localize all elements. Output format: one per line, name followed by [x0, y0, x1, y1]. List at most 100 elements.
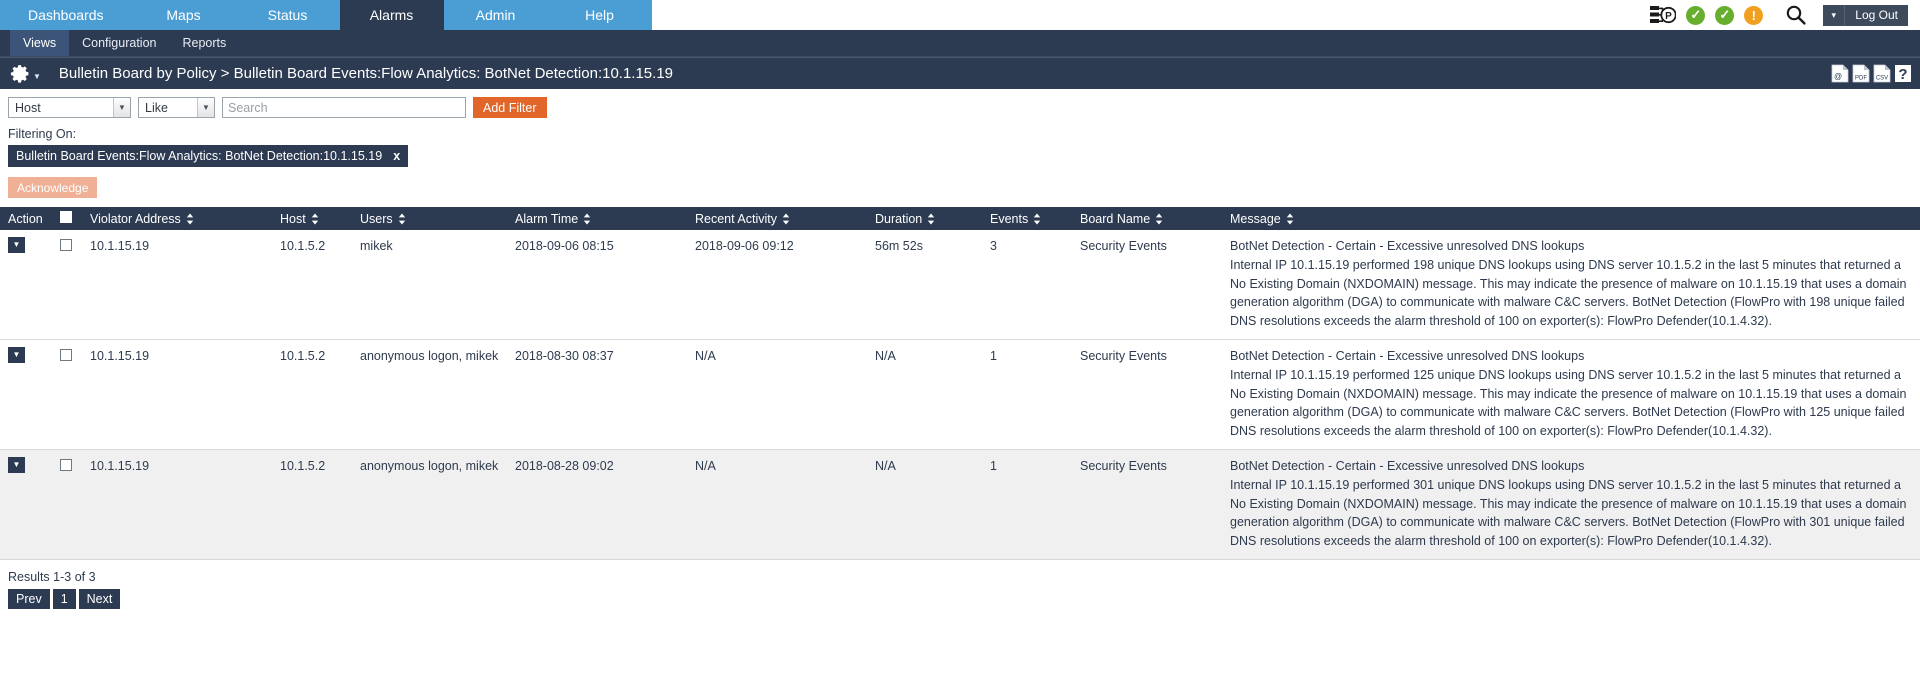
cell-duration: 56m 52s	[867, 230, 982, 341]
status-ok-icon-2[interactable]: ✓	[1715, 5, 1735, 25]
page-number-button-1[interactable]: 1	[52, 589, 76, 610]
column-header-duration[interactable]: Duration	[867, 207, 982, 230]
cell-board-name: Security Events	[1072, 339, 1222, 451]
sort-icon	[311, 213, 318, 224]
cell-message: BotNet Detection - Certain - Excessive u…	[1222, 449, 1920, 561]
column-header-alarm-time[interactable]: Alarm Time	[507, 207, 687, 230]
column-label: Alarm Time	[515, 211, 579, 226]
logout-label: Log Out	[1855, 8, 1898, 22]
filter-field-select[interactable]: Host ▼	[8, 97, 131, 118]
column-header-host[interactable]: Host	[272, 207, 352, 230]
nav-item-help[interactable]: Help	[548, 0, 652, 30]
nav-item-status[interactable]: Status	[236, 0, 340, 30]
exclamation-glyph: !	[1751, 7, 1756, 23]
settings-menu-button[interactable]: ▼	[10, 63, 41, 84]
column-header-select-all[interactable]	[52, 207, 82, 230]
message-title: BotNet Detection - Certain - Excessive u…	[1230, 349, 1585, 364]
cell-action: ▼	[0, 230, 52, 341]
cell-alarm-time: 2018-08-28 09:02	[507, 449, 687, 561]
cell-duration: N/A	[867, 339, 982, 451]
column-header-action: Action	[0, 207, 52, 230]
row-checkbox[interactable]	[60, 349, 72, 362]
cell-recent-activity: 2018-09-06 09:12	[687, 230, 867, 341]
table-body: ▼ 10.1.15.19 10.1.5.2 mikek 2018-09-06 0…	[0, 230, 1920, 561]
filter-bar: Host ▼ Like ▼ Add Filter	[0, 89, 1920, 118]
cell-message: BotNet Detection - Certain - Excessive u…	[1222, 339, 1920, 451]
cell-select	[52, 339, 82, 451]
column-label: Events	[990, 211, 1029, 226]
nav-item-alarms[interactable]: Alarms	[339, 0, 444, 30]
filtering-on-label: Filtering On:	[8, 127, 77, 141]
cell-violator-address: 10.1.15.19	[82, 449, 272, 561]
status-warning-icon[interactable]: !	[1744, 5, 1764, 25]
next-page-button[interactable]: Next	[78, 589, 121, 610]
cell-host: 10.1.5.2	[272, 449, 352, 561]
subnav-item-configuration[interactable]: Configuration	[69, 30, 169, 56]
sort-icon	[782, 213, 790, 224]
cell-host: 10.1.5.2	[272, 230, 352, 341]
acknowledge-button[interactable]: Acknowledge	[8, 177, 98, 198]
filter-operator-value: Like	[145, 100, 168, 115]
sub-navigation-bar: Views Configuration Reports	[0, 30, 1920, 57]
table-header-row: Action Violator Address Host Users Alarm…	[0, 207, 1920, 230]
filter-chip-list: Bulletin Board Events:Flow Analytics: Bo…	[0, 145, 1920, 167]
row-action-dropdown-button[interactable]: ▼	[8, 457, 25, 474]
column-label: Host	[280, 211, 306, 226]
sort-icon	[398, 213, 405, 224]
remove-filter-icon[interactable]: x	[393, 149, 400, 163]
help-icon[interactable]: ?	[1894, 64, 1912, 83]
svg-text:CSV: CSV	[1876, 75, 1888, 81]
csv-export-icon[interactable]: CSV	[1873, 64, 1891, 83]
svg-text:PDF: PDF	[1855, 75, 1867, 81]
add-filter-button[interactable]: Add Filter	[473, 97, 547, 118]
filter-operator-select[interactable]: Like ▼	[138, 97, 215, 118]
nav-label: Help	[585, 7, 614, 23]
column-label: Duration	[875, 211, 923, 226]
cell-select	[52, 230, 82, 341]
search-icon[interactable]	[1785, 4, 1807, 26]
filter-chip[interactable]: Bulletin Board Events:Flow Analytics: Bo…	[8, 145, 409, 167]
top-navigation-bar: Dashboards Maps Status Alarms Admin Help…	[0, 0, 1920, 30]
column-header-recent-activity[interactable]: Recent Activity	[687, 207, 867, 230]
cell-violator-address: 10.1.15.19	[82, 339, 272, 451]
prev-page-button[interactable]: Prev	[8, 589, 50, 610]
row-checkbox[interactable]	[60, 459, 72, 472]
gear-icon	[10, 65, 29, 83]
nav-label: Admin	[475, 7, 516, 23]
nav-item-dashboards[interactable]: Dashboards	[0, 0, 132, 30]
pagination: Prev 1 Next	[0, 584, 1920, 610]
policy-server-icon[interactable]: P	[1650, 5, 1677, 25]
pdf-export-icon[interactable]: PDF	[1852, 64, 1870, 83]
cell-alarm-time: 2018-09-06 08:15	[507, 230, 687, 341]
row-checkbox[interactable]	[60, 239, 72, 251]
column-header-users[interactable]: Users	[352, 207, 507, 230]
column-header-message[interactable]: Message	[1222, 207, 1920, 230]
cell-alarm-time: 2018-08-30 08:37	[507, 339, 687, 451]
svg-text:P: P	[1665, 11, 1672, 22]
subnav-label: Configuration	[82, 36, 157, 50]
nav-label: Alarms	[369, 7, 414, 23]
search-input[interactable]	[222, 97, 466, 118]
subnav-item-views[interactable]: Views	[10, 30, 70, 56]
row-action-dropdown-button[interactable]: ▼	[8, 237, 25, 253]
message-body: Internal IP 10.1.15.19 performed 198 uni…	[1230, 258, 1907, 328]
email-export-icon[interactable]: @	[1831, 64, 1849, 83]
column-header-board-name[interactable]: Board Name	[1072, 207, 1222, 230]
cell-board-name: Security Events	[1072, 230, 1222, 341]
column-header-events[interactable]: Events	[982, 207, 1072, 230]
status-ok-icon-1[interactable]: ✓	[1686, 5, 1706, 25]
logout-dropdown-caret[interactable]: ▾	[1823, 4, 1846, 26]
cell-action: ▼	[0, 339, 52, 451]
logout-group: ▾ Log Out	[1823, 4, 1908, 26]
select-all-checkbox[interactable]	[60, 211, 72, 223]
row-action-dropdown-button[interactable]: ▼	[8, 347, 25, 364]
subnav-item-reports[interactable]: Reports	[169, 30, 239, 56]
column-label: Action	[8, 211, 43, 226]
nav-item-admin[interactable]: Admin	[444, 0, 548, 30]
column-header-violator-address[interactable]: Violator Address	[82, 207, 272, 230]
column-label: Board Name	[1080, 211, 1151, 226]
logout-button[interactable]: Log Out	[1845, 4, 1908, 26]
sort-icon	[1155, 213, 1163, 224]
cell-action: ▼	[0, 449, 52, 561]
nav-item-maps[interactable]: Maps	[132, 0, 236, 30]
